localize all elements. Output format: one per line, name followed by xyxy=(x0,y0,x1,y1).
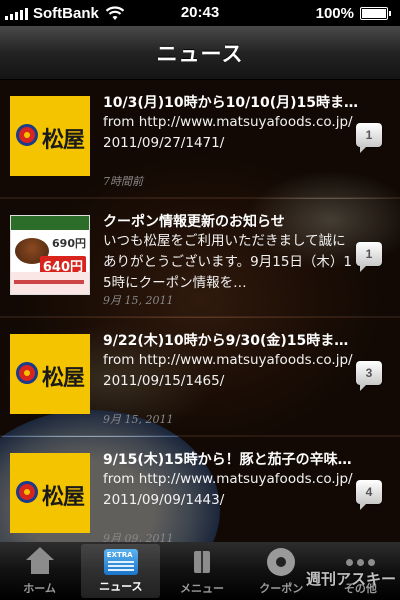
battery-icon xyxy=(360,6,391,20)
carrier-name: SoftBank xyxy=(33,4,99,22)
more-icon xyxy=(343,547,377,577)
tab-label: ホーム xyxy=(23,582,56,595)
wifi-icon xyxy=(105,5,125,20)
signal-strength-icon xyxy=(5,6,28,20)
news-icon xyxy=(103,549,138,575)
page-title: ニュース xyxy=(156,41,244,66)
news-item[interactable]: 松屋 10/3(月)10時から10/10(月)15時まで… from http:… xyxy=(0,80,400,198)
matsuya-logo-thumbnail: 松屋 xyxy=(10,96,90,176)
tab-more[interactable]: その他 xyxy=(321,542,400,600)
news-body: いつも松屋をご利用いただきまして誠にありがとうございます。9月15日（木）15時… xyxy=(103,233,353,291)
coupon-header xyxy=(11,216,89,230)
tab-coupon[interactable]: クーポン xyxy=(242,542,321,600)
tab-bar: ホーム ニュース メニュー クーポン その他 xyxy=(0,542,400,600)
logo-mark-icon xyxy=(16,124,38,146)
news-body: from http://www.matsuyafoods.co.jp/2011/… xyxy=(103,471,353,508)
tab-home[interactable]: ホーム xyxy=(0,542,79,600)
logo-text: 松屋 xyxy=(42,365,85,391)
navigation-bar: ニュース xyxy=(0,26,400,80)
comment-count-badge[interactable]: 3 xyxy=(356,361,382,391)
tab-news[interactable]: ニュース xyxy=(81,544,161,598)
battery-fill xyxy=(362,8,386,18)
comment-count-badge[interactable]: 1 xyxy=(356,123,382,153)
news-title: 9/22(木)10時から9/30(金)15時まで… xyxy=(103,333,361,349)
news-item[interactable]: 松屋 9/22(木)10時から9/30(金)15時まで… from http:/… xyxy=(0,318,400,436)
battery-percent: 100% xyxy=(315,4,354,22)
news-body: from http://www.matsuyafoods.co.jp/2011/… xyxy=(103,352,353,389)
comment-count-badge[interactable]: 4 xyxy=(356,480,382,510)
home-icon xyxy=(23,547,57,577)
news-title: 10/3(月)10時から10/10(月)15時まで… xyxy=(103,95,361,111)
news-list[interactable]: 松屋 10/3(月)10時から10/10(月)15時まで… from http:… xyxy=(0,80,400,542)
logo-text: 松屋 xyxy=(42,127,85,153)
logo-mark-icon xyxy=(16,362,38,384)
news-date: 9月 15, 2011 xyxy=(103,413,174,426)
logo-mark-icon xyxy=(16,481,38,503)
matsuya-logo-thumbnail: 松屋 xyxy=(10,334,90,414)
coupon-thumbnail: 690円 640円 xyxy=(10,215,90,295)
news-title: 9/15(木)15時から！豚と茄子の辛味… xyxy=(103,452,352,468)
logo-text: 松屋 xyxy=(42,484,85,510)
news-date: 9月 15, 2011 xyxy=(103,294,174,307)
news-title: クーポン情報更新のお知らせ xyxy=(103,214,285,230)
news-item[interactable]: 松屋 9/15(木)15時から！豚と茄子の辛味… from http://www… xyxy=(0,437,400,542)
tab-label: メニュー xyxy=(180,582,224,595)
menu-icon xyxy=(185,547,219,577)
news-item[interactable]: 690円 640円 クーポン情報更新のお知らせ いつも松屋をご利用いただきまして… xyxy=(0,199,400,317)
news-date: 7時間前 xyxy=(103,175,143,188)
tab-label: ニュース xyxy=(99,580,143,593)
coupon-icon xyxy=(264,547,298,577)
tab-menu[interactable]: メニュー xyxy=(162,542,241,600)
comment-count-badge[interactable]: 1 xyxy=(356,242,382,272)
tab-label: クーポン xyxy=(259,582,304,595)
coupon-footer xyxy=(11,272,89,294)
news-date: 9月 09, 2011 xyxy=(103,532,174,542)
status-bar: SoftBank 20:43 100% xyxy=(0,0,400,26)
coupon-old-price: 690円 xyxy=(52,237,86,250)
matsuya-logo-thumbnail: 松屋 xyxy=(10,453,90,533)
tab-label: その他 xyxy=(343,582,377,595)
news-body: from http://www.matsuyafoods.co.jp/2011/… xyxy=(103,114,353,151)
